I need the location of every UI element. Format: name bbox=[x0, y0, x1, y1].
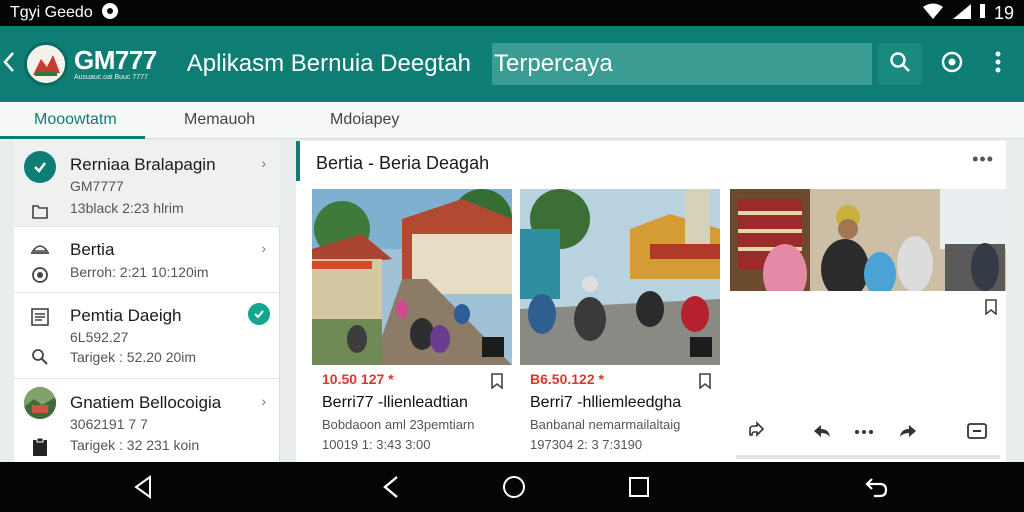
brand-block: GM777 Ausuauc.oal Buuc 7777 bbox=[74, 46, 157, 82]
news-image bbox=[312, 189, 512, 365]
signal-icon bbox=[952, 3, 972, 24]
tab-2[interactable]: Mdoiapey bbox=[330, 102, 399, 139]
sidebar-item-meta: 13black 2:23 hlrim bbox=[70, 200, 184, 216]
bookmark-icon[interactable] bbox=[984, 299, 998, 320]
app-logo bbox=[24, 42, 68, 86]
sidebar-item-title: Gnatiem Bellocoigia bbox=[70, 393, 222, 412]
news-meta: 197304 2: 3 7:3190 bbox=[530, 437, 643, 452]
sidebar-item-sub: GM7777 bbox=[70, 178, 124, 194]
status-bar: Tgyi Geedo 19 bbox=[0, 0, 1024, 26]
bookmark-icon[interactable] bbox=[698, 373, 712, 394]
nav-undo-button[interactable] bbox=[864, 474, 890, 500]
more-options-button[interactable] bbox=[976, 43, 1020, 85]
sidebar-item-meta: Tarigek : 52.20 20im bbox=[70, 349, 197, 365]
nav-back-button[interactable] bbox=[130, 474, 156, 500]
battery-icon bbox=[979, 3, 986, 24]
news-meta: 10019 1: 3:43 3:00 bbox=[322, 437, 431, 452]
message-icon[interactable] bbox=[966, 421, 988, 446]
search-icon bbox=[889, 51, 911, 78]
sidebar-item-meta: Tarigek : 32 231 koin bbox=[70, 437, 200, 453]
tab-1[interactable]: Memauoh bbox=[184, 102, 255, 139]
news-image bbox=[730, 189, 1006, 291]
news-summary: Bobdaoon aml 23pemtiarn bbox=[322, 417, 475, 432]
more-vert-icon bbox=[995, 51, 1001, 78]
sidebar-item-title: Rerniaa Bralapagin bbox=[70, 155, 216, 174]
avatar bbox=[24, 387, 56, 419]
bookmark-icon[interactable] bbox=[490, 373, 504, 394]
dots-icon[interactable] bbox=[854, 425, 874, 443]
brand-tagline: Ausuauc.oal Buuc 7777 bbox=[74, 74, 148, 81]
sidebar-item-title: Bertia bbox=[70, 240, 115, 259]
section-accent bbox=[296, 141, 300, 181]
clipboard-icon bbox=[26, 433, 54, 461]
tab-0[interactable]: Mooowtatm bbox=[34, 102, 117, 139]
brand-name: GM777 bbox=[74, 45, 157, 75]
sidebar-item-2[interactable]: Pemtia Daeigh 6L592.27 Tarigek : 52.20 2… bbox=[14, 293, 280, 379]
sidebar-item-sub: 6L592.27 bbox=[70, 329, 129, 345]
folder-icon bbox=[26, 197, 54, 225]
back-button[interactable] bbox=[0, 49, 18, 80]
news-price: B6.50.122 * bbox=[530, 371, 604, 387]
news-card-0[interactable]: 10.50 127 * Berri77 -llienleadtian Bobda… bbox=[312, 189, 512, 459]
status-left-text: Tgyi Geedo bbox=[10, 4, 93, 21]
location-button[interactable] bbox=[930, 43, 974, 85]
news-image bbox=[520, 189, 720, 365]
news-title: Berri77 -llienleadtian bbox=[322, 394, 468, 411]
section-title: Bertia - Beria Deagah bbox=[316, 153, 490, 173]
nav-back-chevron-button[interactable] bbox=[378, 474, 404, 500]
reply-icon[interactable] bbox=[812, 421, 832, 446]
news-price: 10.50 127 * bbox=[322, 371, 394, 387]
chevron-right-icon: › bbox=[261, 155, 266, 171]
sidebar: Rerniaa Bralapagin GM7777 13black 2:23 h… bbox=[14, 141, 280, 462]
check-circle-icon bbox=[24, 151, 56, 183]
search-icon bbox=[26, 343, 54, 371]
card-footer-divider bbox=[736, 455, 1000, 459]
news-card-1[interactable]: B6.50.122 * Berri7 -hlliemleedgha Banban… bbox=[520, 189, 720, 459]
sidebar-item-3[interactable]: Gnatiem Bellocoigia 3062191 7 7 Tarigek … bbox=[14, 379, 280, 462]
notification-icon bbox=[101, 2, 119, 25]
sidebar-item-sub: Berroh: 2:21 10:120im bbox=[70, 264, 209, 280]
list-icon bbox=[26, 303, 54, 331]
hat-icon bbox=[26, 235, 54, 263]
app-bar: GM777 Ausuauc.oal Buuc 7777 Aplikasm Ber… bbox=[0, 26, 1024, 102]
main-panel: Bertia - Beria Deagah ••• 10.50 127 * Be… bbox=[296, 141, 1006, 462]
news-card-2[interactable] bbox=[730, 189, 1006, 459]
forward-icon[interactable] bbox=[898, 421, 918, 446]
record-icon bbox=[26, 261, 54, 289]
more-horiz-icon[interactable]: ••• bbox=[972, 149, 994, 170]
news-summary: Banbanal nemarmailaltaig bbox=[530, 417, 681, 432]
target-icon bbox=[940, 50, 964, 79]
clock: 19 bbox=[993, 2, 1014, 23]
wifi-icon bbox=[922, 3, 944, 24]
app-title: Aplikasm Bernuia Deegtah bbox=[186, 50, 471, 77]
nav-home-button[interactable] bbox=[501, 474, 527, 500]
chevron-right-icon: › bbox=[261, 393, 266, 409]
search-button[interactable] bbox=[878, 43, 922, 85]
news-title: Berri7 -hlliemleedgha bbox=[530, 394, 682, 411]
card-actions bbox=[730, 421, 1006, 445]
sidebar-item-0[interactable]: Rerniaa Bralapagin GM7777 13black 2:23 h… bbox=[14, 141, 280, 227]
nav-recents-button[interactable] bbox=[626, 474, 652, 500]
check-badge-icon bbox=[248, 303, 270, 325]
sidebar-item-1[interactable]: Bertia Berroh: 2:21 10:120im › bbox=[14, 227, 280, 293]
sidebar-item-sub: 3062191 7 7 bbox=[70, 416, 148, 432]
search-input[interactable]: Terpercaya bbox=[492, 43, 872, 85]
sidebar-item-title: Pemtia Daeigh bbox=[70, 306, 182, 325]
system-nav-bar bbox=[0, 462, 1024, 512]
tab-bar: Mooowtatm Memauoh Mdoiapey bbox=[0, 102, 1024, 139]
active-tab-indicator bbox=[0, 136, 145, 139]
chevron-right-icon: › bbox=[261, 240, 266, 256]
share-icon[interactable] bbox=[746, 421, 766, 446]
